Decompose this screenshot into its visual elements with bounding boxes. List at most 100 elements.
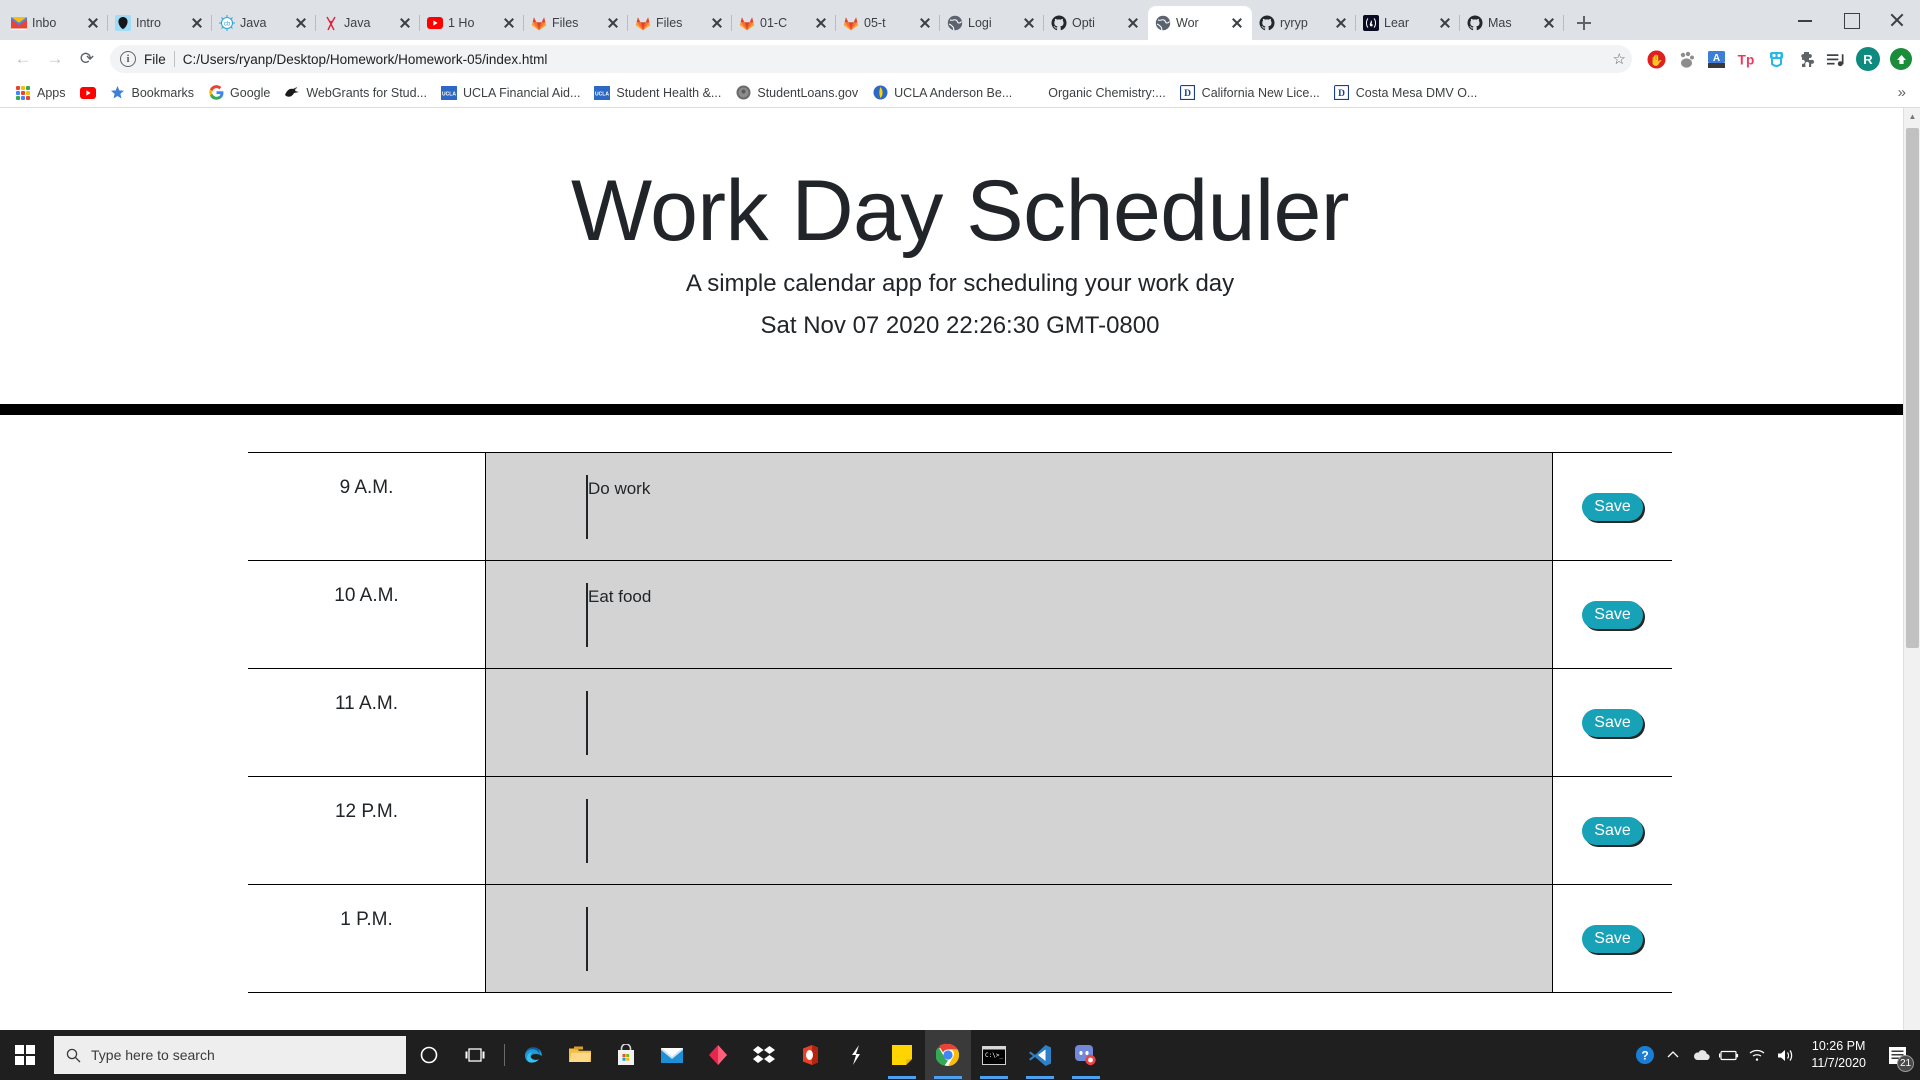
maximize-button[interactable] <box>1828 0 1874 40</box>
edge-icon[interactable] <box>511 1030 557 1080</box>
unity-hub-icon[interactable] <box>695 1030 741 1080</box>
browser-tab[interactable]: Opti <box>1044 6 1148 40</box>
start-button[interactable] <box>0 1030 50 1080</box>
event-description-input[interactable]: Eat food <box>486 561 1552 669</box>
close-button[interactable] <box>1874 0 1920 40</box>
volume-icon[interactable] <box>1771 1030 1799 1080</box>
bookmark-item[interactable]: WebGrants for Stud... <box>277 82 434 104</box>
microsoft-store-icon[interactable] <box>603 1030 649 1080</box>
save-button[interactable]: Save <box>1582 600 1643 630</box>
event-description-input[interactable] <box>486 777 1552 885</box>
save-button[interactable]: Save <box>1582 492 1643 522</box>
bookmark-star-icon[interactable]: ☆ <box>1613 50 1626 68</box>
tab-close-icon[interactable] <box>189 15 205 31</box>
discord-icon[interactable] <box>1063 1030 1109 1080</box>
tab-close-icon[interactable] <box>1541 15 1557 31</box>
scroll-up-arrow-icon[interactable]: ▲ <box>1904 108 1920 125</box>
terminal-icon[interactable]: C:\>_ <box>971 1030 1017 1080</box>
browser-tab[interactable]: Logi <box>940 6 1044 40</box>
grammar-icon[interactable]: A <box>1706 49 1726 69</box>
playlist-icon[interactable] <box>1826 49 1846 69</box>
bookmark-item[interactable]: StudentLoans.gov <box>728 82 865 104</box>
bookmarks-overflow-button[interactable]: » <box>1892 84 1912 101</box>
dropbox-icon[interactable] <box>741 1030 787 1080</box>
bookmark-item[interactable]: Bookmarks <box>103 82 202 104</box>
vscode-icon[interactable] <box>1017 1030 1063 1080</box>
help-icon[interactable]: ? <box>1631 1030 1659 1080</box>
browser-tab[interactable]: Wor <box>1148 6 1252 40</box>
save-button[interactable]: Save <box>1582 708 1643 738</box>
bookmark-item[interactable]: UCLA Anderson Be... <box>865 82 1019 104</box>
tab-close-icon[interactable] <box>501 15 517 31</box>
taskbar-search-input[interactable]: Type here to search <box>54 1036 406 1074</box>
reload-button[interactable]: ⟳ <box>72 44 102 74</box>
minimize-button[interactable] <box>1782 0 1828 40</box>
action-center-button[interactable]: 21 <box>1878 1030 1916 1080</box>
tab-close-icon[interactable] <box>605 15 621 31</box>
browser-tab[interactable]: Lear <box>1356 6 1460 40</box>
file-explorer-icon[interactable] <box>557 1030 603 1080</box>
tab-close-icon[interactable] <box>397 15 413 31</box>
bookmark-item[interactable]: D Costa Mesa DMV O... <box>1327 82 1485 104</box>
back-button[interactable]: ← <box>8 44 38 74</box>
task-view-icon[interactable] <box>452 1030 498 1080</box>
tab-close-icon[interactable] <box>293 15 309 31</box>
save-button[interactable]: Save <box>1582 816 1643 846</box>
puzzle-icon[interactable] <box>1796 49 1816 69</box>
slack-shortcut-icon[interactable] <box>833 1030 879 1080</box>
bookmark-item[interactable]: UCLA Student Health &... <box>587 82 728 104</box>
sticky-notes-icon[interactable] <box>879 1030 925 1080</box>
bookmark-item[interactable]: Apps <box>8 82 73 104</box>
taskbar-clock[interactable]: 10:26 PM 11/7/2020 <box>1799 1038 1878 1072</box>
battery-icon[interactable] <box>1715 1030 1743 1080</box>
tab-close-icon[interactable] <box>85 15 101 31</box>
event-description-input[interactable] <box>486 669 1552 777</box>
owl-icon[interactable] <box>1766 49 1786 69</box>
bookmark-item[interactable]: UCLA UCLA Financial Aid... <box>434 82 587 104</box>
chrome-icon[interactable] <box>925 1030 971 1080</box>
mail-icon[interactable] <box>649 1030 695 1080</box>
browser-tab[interactable]: Intro <box>108 6 212 40</box>
wifi-icon[interactable] <box>1743 1030 1771 1080</box>
browser-tab[interactable]: Files <box>524 6 628 40</box>
page-scrollbar[interactable]: ▲ <box>1903 108 1920 1030</box>
browser-tab[interactable]: 1 Ho <box>420 6 524 40</box>
forward-button[interactable]: → <box>40 44 70 74</box>
tab-close-icon[interactable] <box>917 15 933 31</box>
tab-close-icon[interactable] <box>1125 15 1141 31</box>
browser-tab[interactable]: ryryp <box>1252 6 1356 40</box>
bookmark-item[interactable]: Organic Chemistry:... <box>1019 82 1172 104</box>
tab-close-icon[interactable] <box>1229 15 1245 31</box>
event-description-input[interactable] <box>486 885 1552 993</box>
address-bar[interactable]: i File C:/Users/ryanp/Desktop/Homework/H… <box>110 45 1632 73</box>
browser-tab[interactable]: 01-C <box>732 6 836 40</box>
tab-close-icon[interactable] <box>1021 15 1037 31</box>
browser-tab[interactable]: cb Java <box>212 6 316 40</box>
office-icon[interactable] <box>787 1030 833 1080</box>
browser-tab[interactable]: Mas <box>1460 6 1564 40</box>
browser-tab[interactable]: 05-t <box>836 6 940 40</box>
tab-close-icon[interactable] <box>1333 15 1349 31</box>
onedrive-icon[interactable] <box>1687 1030 1715 1080</box>
cortana-icon[interactable] <box>406 1030 452 1080</box>
site-info-icon[interactable]: i <box>120 51 136 67</box>
browser-tab[interactable]: Inbo <box>4 6 108 40</box>
tab-close-icon[interactable] <box>1437 15 1453 31</box>
tab-close-icon[interactable] <box>813 15 829 31</box>
bear-paw-icon[interactable] <box>1676 49 1696 69</box>
bookmark-item[interactable]: D California New Lice... <box>1173 82 1327 104</box>
bookmark-item[interactable] <box>73 82 103 104</box>
browser-tab[interactable]: Java <box>316 6 420 40</box>
save-button[interactable]: Save <box>1582 924 1643 954</box>
adblock-icon[interactable]: ✋ <box>1646 49 1666 69</box>
browser-tab[interactable]: Files <box>628 6 732 40</box>
update-button[interactable] <box>1890 48 1912 70</box>
profile-avatar[interactable]: R <box>1856 47 1880 71</box>
tab-close-icon[interactable] <box>709 15 725 31</box>
url-text[interactable]: C:/Users/ryanp/Desktop/Homework/Homework… <box>183 52 1605 67</box>
show-hidden-icons-icon[interactable] <box>1659 1030 1687 1080</box>
teachers-pay-teachers-icon[interactable]: Tp <box>1736 49 1756 69</box>
bookmark-item[interactable]: Google <box>201 82 277 104</box>
scrollbar-thumb[interactable] <box>1906 128 1919 648</box>
event-description-input[interactable]: Do work <box>486 453 1552 561</box>
